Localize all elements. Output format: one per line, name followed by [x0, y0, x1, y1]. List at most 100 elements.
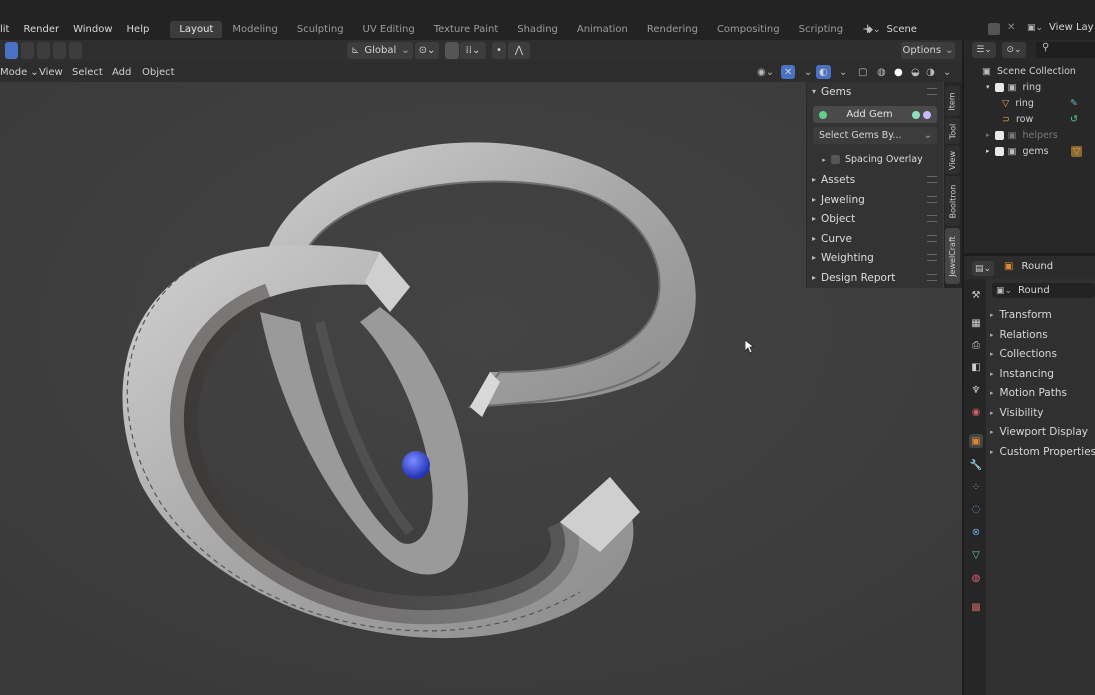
panel-relations[interactable]: ▸ Relations [990, 326, 1048, 344]
snap-toggle-icon[interactable] [445, 42, 459, 59]
gems-panel-header[interactable]: ▾ Gems [807, 82, 943, 101]
scene-selector[interactable]: ◆⌄ Scene [866, 22, 946, 37]
spacing-overlay-checkbox[interactable] [831, 155, 840, 164]
modifiers-tab-icon[interactable]: 🔧 [969, 458, 983, 472]
constraints-tab-icon[interactable]: ⊗ [969, 525, 983, 539]
tab-layout[interactable]: Layout [170, 20, 223, 38]
data-tab-icon[interactable]: ▽ [969, 548, 983, 562]
editor-type-icon[interactable]: ▤⌄ [972, 261, 994, 276]
menu-file-partial[interactable]: lit [0, 24, 16, 35]
gem-cut-icon[interactable] [923, 110, 931, 119]
object-name-field[interactable]: ▣⌄ Round [992, 283, 1095, 298]
include-checkbox[interactable] [994, 130, 1004, 140]
proportional-edit-icon[interactable]: • [492, 42, 506, 59]
panel-collections[interactable]: ▸ Collections [990, 345, 1057, 363]
texture-tab-icon[interactable]: ▩ [969, 600, 983, 614]
select-mode-new-icon[interactable] [5, 42, 18, 59]
tab-shading[interactable]: Shading [508, 21, 567, 38]
display-mode-icon[interactable]: ☰⌄ [972, 42, 996, 58]
panel-custom-properties[interactable]: ▸ Custom Properties [990, 443, 1095, 461]
shading-rendered-icon[interactable]: ◑ [921, 64, 940, 80]
menu-object[interactable]: Object [137, 64, 180, 80]
menu-window[interactable]: Window [66, 24, 119, 35]
outliner-item-helpers[interactable]: ▸ ▣ helpers [986, 127, 1095, 143]
overlays-dropdown-icon[interactable]: ⌄ [834, 64, 852, 80]
panel-curve[interactable]: ▸ Curve [807, 229, 943, 248]
panel-weighting[interactable]: ▸ Weighting [807, 248, 943, 267]
options-dropdown[interactable]: Options ⌄ [901, 42, 955, 59]
tool-tab-icon[interactable]: ⚒ [969, 288, 983, 302]
spacing-overlay-row[interactable]: ▸ Spacing Overlay [817, 150, 943, 169]
tab-animation[interactable]: Animation [568, 21, 637, 38]
tab-modeling[interactable]: Modeling [223, 21, 287, 38]
menu-render[interactable]: Render [16, 24, 66, 35]
drag-handle-icon[interactable] [927, 88, 937, 95]
outliner-item-gems[interactable]: ▸ ▣ gems ▽ [986, 143, 1095, 159]
include-checkbox[interactable] [994, 82, 1004, 92]
panel-motion-paths[interactable]: ▸ Motion Paths [990, 384, 1067, 402]
panel-design-report[interactable]: ▸ Design Report [807, 268, 943, 287]
shading-dropdown-icon[interactable]: ⌄ [938, 64, 956, 80]
panel-visibility[interactable]: ▸ Visibility [990, 404, 1044, 422]
tab-view[interactable]: View [945, 146, 960, 174]
drag-handle-icon[interactable] [927, 196, 937, 203]
view-layer-selector[interactable]: ▣⌄ View Lay [1027, 22, 1094, 33]
drag-handle-icon[interactable] [927, 274, 937, 281]
delete-scene-icon[interactable]: ✕ [1007, 22, 1015, 33]
gizmo-dropdown-icon[interactable]: ⌄ [799, 64, 817, 80]
select-mode-intersect-icon[interactable] [69, 42, 82, 59]
drag-handle-icon[interactable] [927, 254, 937, 261]
outliner-item-ring-object[interactable]: ▽ ring ✎ [1002, 95, 1095, 111]
render-tab-icon[interactable]: ▦ [969, 316, 983, 330]
menu-help[interactable]: Help [120, 24, 157, 35]
panel-instancing[interactable]: ▸ Instancing [990, 365, 1054, 383]
shading-solid-icon[interactable]: ● [889, 64, 908, 80]
object-tab-icon[interactable]: ▣ [969, 434, 983, 448]
select-mode-subtract-icon[interactable] [37, 42, 50, 59]
panel-transform[interactable]: ▸ Transform [990, 306, 1052, 324]
tab-scripting[interactable]: Scripting [790, 21, 852, 38]
scene-tab-icon[interactable]: ♆ [969, 383, 983, 397]
tab-jewelcraft[interactable]: JewelCraft [945, 228, 960, 284]
menu-view[interactable]: View [34, 64, 68, 80]
tab-compositing[interactable]: Compositing [708, 21, 789, 38]
gem-color-icon[interactable] [912, 110, 920, 119]
drag-handle-icon[interactable] [927, 215, 937, 222]
outliner-item-row-object[interactable]: ⊃ row ↺ [1002, 111, 1095, 127]
tab-texture-paint[interactable]: Texture Paint [425, 21, 508, 38]
tab-item[interactable]: Item [945, 86, 960, 116]
snap-target-icon[interactable]: ⁞⁞⌄ [460, 42, 486, 59]
select-mode-invert-icon[interactable] [53, 42, 66, 59]
tab-booltron[interactable]: Booltron [945, 176, 960, 226]
outliner-search-input[interactable]: ⚲ [1036, 42, 1095, 58]
scene-collection-row[interactable]: ▣ Scene Collection [982, 63, 1095, 79]
tab-uv-editing[interactable]: UV Editing [354, 21, 424, 38]
panel-viewport-display[interactable]: ▸ Viewport Display [990, 423, 1088, 441]
pivot-point-icon[interactable]: ⊙⌄ [415, 42, 439, 59]
world-tab-icon[interactable]: ◉ [969, 405, 983, 419]
tab-rendering[interactable]: Rendering [638, 21, 707, 38]
include-checkbox[interactable] [994, 146, 1004, 156]
falloff-icon[interactable]: ⋀ [508, 42, 530, 59]
new-scene-icon[interactable] [988, 23, 1000, 35]
visibility-icon[interactable]: ◉⌄ [752, 64, 779, 80]
select-gems-by-dropdown[interactable]: Select Gems By... ⌄ [813, 127, 937, 144]
menu-add[interactable]: Add [107, 64, 136, 80]
transform-orientation-dropdown[interactable]: ⊾ Global ⌄ [347, 42, 413, 59]
drag-handle-icon[interactable] [927, 235, 937, 242]
select-mode-extend-icon[interactable] [21, 42, 34, 59]
panel-object[interactable]: ▸ Object [807, 209, 943, 228]
panel-assets[interactable]: ▸ Assets [807, 170, 943, 189]
filter-icon[interactable]: ⊙⌄ [1002, 42, 1026, 58]
material-tab-icon[interactable]: ◍ [969, 571, 983, 585]
particles-tab-icon[interactable]: ⁘ [969, 480, 983, 494]
panel-jeweling[interactable]: ▸ Jeweling [807, 190, 943, 209]
drag-handle-icon[interactable] [927, 176, 937, 183]
view-layer-tab-icon[interactable]: ◧ [969, 360, 983, 374]
physics-tab-icon[interactable]: ◌ [969, 502, 983, 516]
menu-select[interactable]: Select [67, 64, 108, 80]
shading-wireframe-icon[interactable]: ◍ [872, 64, 891, 80]
tab-tool[interactable]: Tool [945, 118, 960, 144]
output-tab-icon[interactable]: ⎙ [969, 338, 983, 352]
tab-sculpting[interactable]: Sculpting [288, 21, 353, 38]
